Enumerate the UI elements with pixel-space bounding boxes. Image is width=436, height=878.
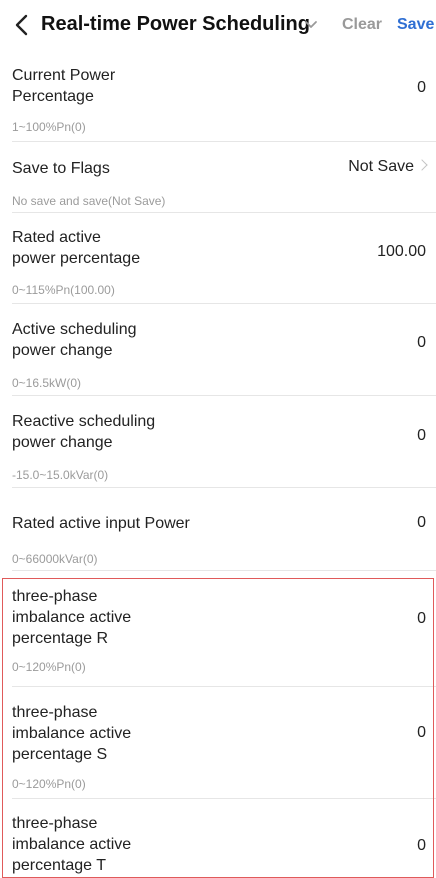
item-value[interactable]: 0	[417, 427, 426, 445]
item-value-text: Not Save	[348, 158, 414, 175]
chevron-down-icon	[305, 21, 317, 28]
highlight-box	[2, 578, 434, 878]
page-title: Real-time Power Scheduling	[41, 13, 310, 35]
item-label: Save to Flags	[12, 160, 110, 177]
list-item-rated-active-power-percentage[interactable]: Rated active power percentage 100.00 0~1…	[0, 213, 436, 307]
item-hint: No save and save(Not Save)	[12, 194, 166, 208]
item-value[interactable]: 0	[417, 514, 426, 532]
back-button[interactable]	[10, 14, 32, 36]
item-hint: 1~100%Pn(0)	[12, 120, 86, 134]
clear-button[interactable]: Clear	[342, 16, 382, 34]
item-label: Rated active power percentage	[12, 229, 141, 267]
list-item-active-scheduling-power-change[interactable]: Active scheduling power change 0 0~16.5k…	[0, 304, 436, 394]
save-button[interactable]: Save	[397, 16, 434, 34]
item-hint: 0~115%Pn(100.00)	[12, 283, 115, 297]
item-hint: -15.0~15.0kVar(0)	[12, 468, 109, 482]
item-hint: 0~66000kVar(0)	[12, 552, 98, 566]
list-item-current-power-percentage[interactable]: Current Power Percentage 0 1~100%Pn(0)	[0, 50, 436, 136]
header-bar: Real-time Power Scheduling Clear Save	[0, 0, 436, 50]
item-value[interactable]: Not Save	[348, 158, 428, 176]
chevron-left-icon	[15, 14, 28, 36]
chevron-right-icon	[416, 159, 428, 171]
item-value[interactable]: 0	[417, 334, 426, 352]
list-item-reactive-scheduling-power-change[interactable]: Reactive scheduling power change 0 -15.0…	[0, 396, 436, 486]
item-label: Rated active input Power	[12, 515, 190, 532]
list-item-save-to-flags[interactable]: Save to Flags Not Save No save and save(…	[0, 142, 436, 208]
item-label: Reactive scheduling power change	[12, 413, 156, 451]
divider	[12, 570, 436, 571]
item-value[interactable]: 100.00	[377, 243, 426, 261]
item-value[interactable]: 0	[417, 79, 426, 97]
title-dropdown-button[interactable]	[304, 18, 318, 30]
item-hint: 0~16.5kW(0)	[12, 376, 82, 390]
list-item-rated-active-input-power[interactable]: Rated active input Power 0 0~66000kVar(0…	[0, 488, 436, 570]
item-label: Active scheduling power change	[12, 321, 137, 359]
item-label: Current Power Percentage	[12, 67, 116, 105]
